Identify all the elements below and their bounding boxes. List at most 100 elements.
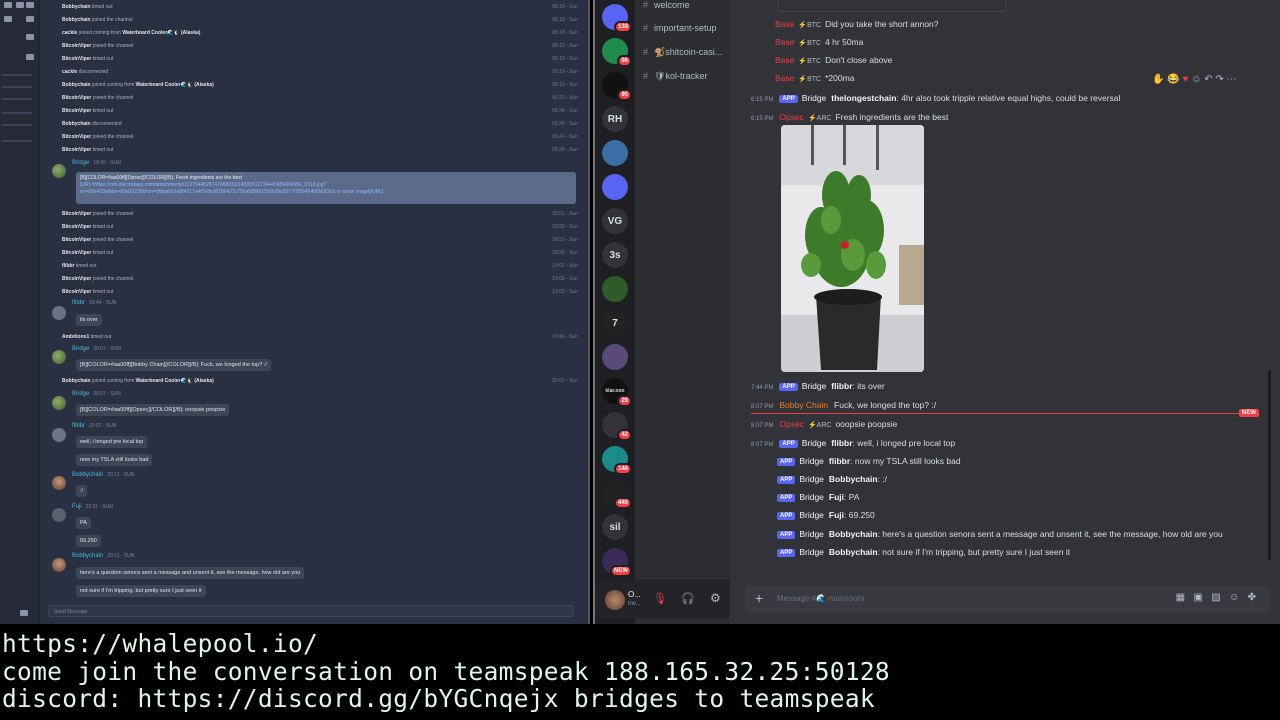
attached-plant-image[interactable]	[781, 125, 924, 372]
reaction-icon[interactable]: ✋	[1152, 74, 1164, 85]
message-bubble[interactable]: well, i longed pre local top	[76, 436, 148, 448]
message-bubble[interactable]: PA	[76, 517, 91, 529]
message-author[interactable]: Bridge 20:07 - SUN	[72, 346, 121, 352]
server-icon[interactable]: 446	[602, 480, 632, 509]
message[interactable]: 8:07 PM APP Bridge flibbr: well, i longed p…	[751, 438, 955, 448]
settings-icon[interactable]	[20, 610, 28, 616]
message-input[interactable]: Message #🌊-mainroom	[777, 594, 864, 603]
server-icon[interactable]: 90	[602, 72, 632, 101]
message-bubble[interactable]: its over	[76, 314, 102, 326]
channel-shitcoin[interactable]: # 🐒shitcoin-casi...	[643, 47, 722, 58]
sticker-icon[interactable]: ▨	[1211, 592, 1220, 603]
message-link[interactable]: [URL=https://cdn.discordapp.com/attachme…	[80, 182, 572, 189]
message-author[interactable]: Fuji 20:11 - SUN	[72, 504, 113, 510]
forward-icon[interactable]: ↷	[1215, 74, 1223, 85]
server-icon[interactable]: klar.ooo 29	[602, 378, 632, 407]
tree-row[interactable]	[2, 140, 32, 142]
message-author[interactable]: Bobbychain 20:11 - SUN	[72, 553, 135, 559]
server-icon[interactable]: 3s	[602, 242, 628, 268]
message-link[interactable]: ex=69d453a8&is=69d30228&hm=dfdda6b1a8f45…	[80, 189, 572, 196]
server-icon[interactable]: sil	[602, 514, 628, 540]
apps-icon[interactable]: ✤	[1248, 592, 1256, 603]
event-time: 20:07 - Sun	[552, 378, 578, 384]
tree-icon[interactable]	[26, 2, 34, 8]
server-icon[interactable]: NEW	[602, 548, 632, 577]
message-bubble[interactable]: now my TSLA still looks bad	[76, 454, 153, 466]
message[interactable]: Base ⚡BTC 4 hr 50ma	[775, 37, 863, 47]
server-icon[interactable]	[602, 276, 628, 302]
gift-icon[interactable]: ▦	[1176, 592, 1185, 603]
message-bubble[interactable]: 69.250	[76, 535, 101, 547]
gear-icon[interactable]: ⚙	[710, 591, 721, 605]
server-icon[interactable]	[602, 174, 628, 200]
message[interactable]: 6:15 PM Opsec ⚡ARC Fresh ingredients are th…	[751, 112, 948, 122]
message[interactable]: APP Bridge Bobbychain: :/	[777, 474, 887, 484]
message[interactable]: Base ⚡BTC *200ma	[775, 73, 854, 83]
message-author[interactable]: Bridge 20:07 - SUN	[72, 391, 121, 397]
message-bubble[interactable]: [B][COLOR=#aa00ff][Opsec][/COLOR][/B]: F…	[76, 172, 576, 204]
hash-icon: #	[643, 23, 649, 33]
message-bubble[interactable]: [B][COLOR=#aa00ff][Bobby Chain][/COLOR][…	[76, 359, 271, 371]
server-icon[interactable]: 138	[602, 4, 632, 33]
message[interactable]: APP Bridge Bobbychain: not sure if I'm tri…	[777, 547, 1070, 557]
reaction-icon[interactable]: 😂	[1167, 74, 1179, 85]
channel-welcome[interactable]: # welcome	[643, 0, 690, 10]
tree-icon[interactable]	[16, 2, 24, 8]
new-messages-divider	[751, 413, 1256, 414]
channel-kol-tracker[interactable]: # 🛡kol-tracker	[643, 71, 707, 82]
server-icon[interactable]: 148	[602, 446, 632, 475]
server-label: VG	[607, 215, 623, 227]
system-event: BitcoinViper joined the channel	[62, 211, 134, 217]
message[interactable]: APP Bridge Fuji: PA	[777, 492, 859, 502]
server-icon[interactable]: 42	[602, 412, 632, 441]
message-author[interactable]: flibbr 19:44 - SUN	[72, 300, 117, 306]
mic-muted-icon[interactable]: 🎙	[653, 592, 667, 605]
message[interactable]: 7:44 PM APP Bridge flibbr: its over	[751, 381, 885, 391]
gif-icon[interactable]: ▣	[1193, 592, 1202, 603]
server-icon[interactable]: VG	[602, 208, 628, 234]
server-icon[interactable]	[602, 344, 628, 370]
message[interactable]: 8:07 PM Opsec ⚡ARC ooopsie poopsie	[751, 419, 897, 429]
message-input[interactable]: Send Message	[48, 605, 574, 617]
tree-row[interactable]	[2, 86, 32, 88]
server-icon[interactable]	[602, 140, 628, 166]
message-bubble[interactable]: here's a question senora sent a message …	[76, 567, 305, 579]
message[interactable]: APP Bridge Bobbychain: here's a question s…	[777, 529, 1223, 539]
message[interactable]: Base ⚡BTC Don't close above	[775, 55, 892, 65]
message[interactable]: 8:07 PM Bobby Chain Fuck, we longed the to…	[751, 400, 936, 410]
add-reaction-icon[interactable]: ☺	[1191, 74, 1201, 85]
server-icon[interactable]: 98	[602, 38, 632, 67]
tree-icon[interactable]	[4, 2, 12, 8]
tree-row[interactable]	[2, 124, 32, 126]
reply-icon[interactable]: ↶	[1204, 74, 1212, 85]
reaction-icon[interactable]: ♥	[1182, 74, 1188, 85]
tree-icon[interactable]	[4, 16, 12, 22]
tree-icon[interactable]	[26, 16, 34, 22]
tree-row[interactable]	[2, 74, 32, 76]
server-icon[interactable]: RH	[602, 106, 628, 132]
server-icon[interactable]: 7	[602, 310, 628, 336]
message-bubble[interactable]: not sure if I'm tripping, but pretty sur…	[76, 585, 206, 597]
message-author[interactable]: Bobbychain 20:11 - SUN	[72, 472, 135, 478]
add-attachment-icon[interactable]: +	[755, 590, 763, 606]
channel-important-setup[interactable]: # important-setup	[643, 23, 717, 33]
more-icon[interactable]: ⋯	[1227, 74, 1237, 85]
message[interactable]: 6:15 PM APP Bridge thelongestchain: 4hr als…	[751, 93, 1120, 103]
discord-window: 138 98 90 RH VG 3s 7 klar.ooo 29 42 148 446 sil NEW #…	[593, 0, 1280, 624]
tree-row[interactable]	[2, 112, 32, 114]
message-author[interactable]: flibbr 20:07 - SUN	[72, 423, 117, 429]
message-bubble[interactable]: [B][COLOR=#aa00ff][Opsec][/COLOR][/B]: o…	[76, 404, 230, 416]
headphones-icon[interactable]: 🎧	[681, 592, 695, 605]
message[interactable]: APP Bridge flibbr: now my TSLA still looks…	[777, 456, 961, 466]
avatar[interactable]	[605, 590, 625, 610]
emoji-icon[interactable]: ☺	[1229, 592, 1239, 603]
scrollbar[interactable]	[1268, 370, 1271, 560]
message[interactable]: Base ⚡BTC Did you take the short annon?	[775, 19, 939, 29]
message-composer[interactable]: + Message #🌊-mainroom ▦ ▣ ▨ ☺ ✤	[745, 585, 1270, 613]
message-bubble[interactable]: :/	[76, 485, 88, 497]
tree-icon[interactable]	[26, 54, 34, 60]
tree-row[interactable]	[2, 98, 32, 100]
message-author[interactable]: Bridge 18:45 - SUN	[72, 160, 121, 166]
tree-icon[interactable]	[26, 34, 34, 40]
message[interactable]: APP Bridge Fuji: 69.250	[777, 510, 875, 520]
